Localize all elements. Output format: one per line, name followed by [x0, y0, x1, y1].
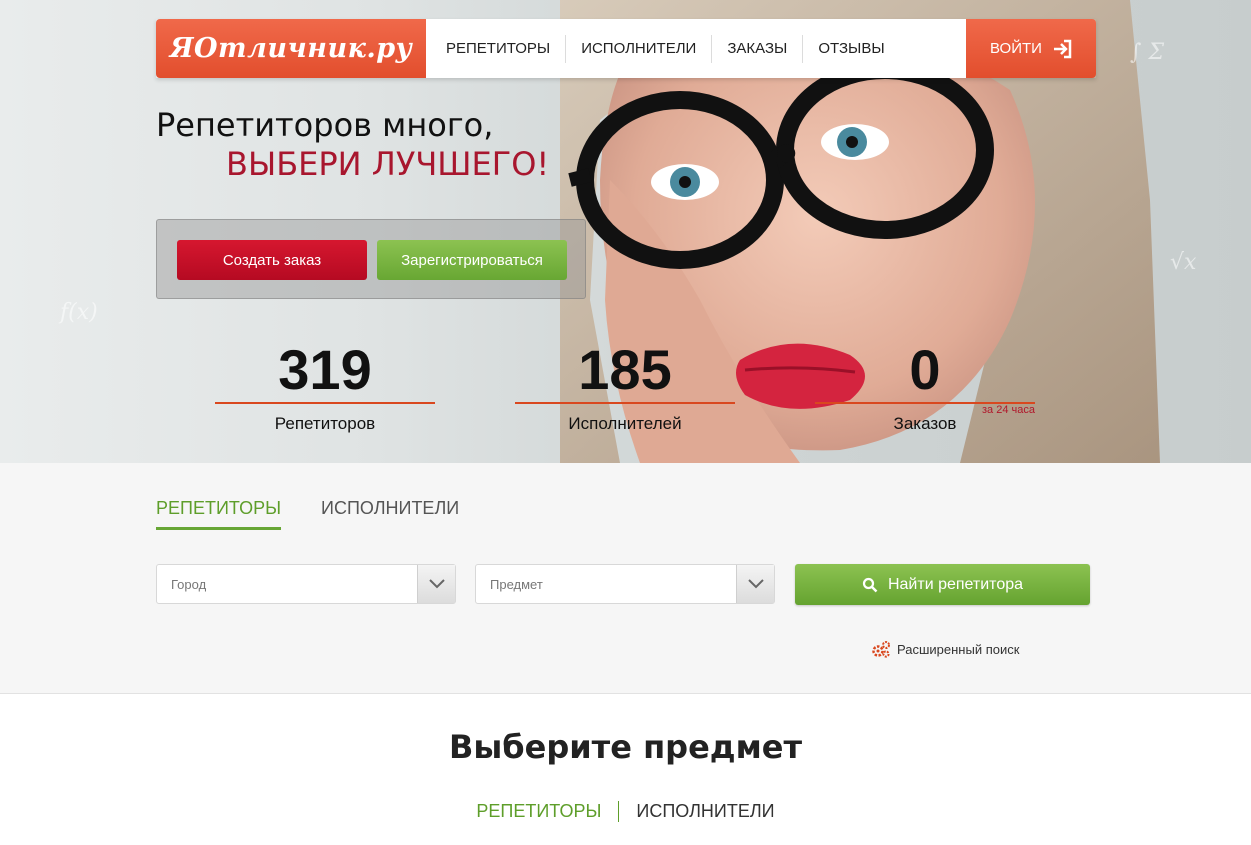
nav-reviews[interactable]: ОТЗЫВЫ	[803, 35, 899, 63]
stat-note: за 24 часа	[982, 404, 1035, 416]
stat-underline	[215, 402, 435, 404]
chevron-down-icon	[736, 565, 774, 603]
header-bar: ЯОтличник.ру РЕПЕТИТОРЫ ИСПОЛНИТЕЛИ ЗАКА…	[156, 19, 1096, 78]
stat-value: 185	[578, 338, 672, 401]
subject-select[interactable]: Предмет	[475, 564, 775, 604]
stat-label: Заказов	[893, 414, 957, 433]
chevron-down-icon	[417, 565, 455, 603]
stat-performers: 185 Исполнителей	[515, 338, 735, 434]
cta-panel: Создать заказ Зарегистрироваться	[156, 219, 586, 299]
stat-underline	[515, 402, 735, 404]
stat-label: Репетиторов	[274, 414, 376, 433]
hero-subheadline: ВЫБЕРИ ЛУЧШЕГО!	[226, 145, 550, 183]
subject-tab-tutors[interactable]: РЕПЕТИТОРЫ	[459, 801, 620, 822]
city-placeholder: Город	[171, 577, 207, 592]
advanced-search-label: Расширенный поиск	[897, 641, 1020, 657]
search-section: РЕПЕТИТОРЫ ИСПОЛНИТЕЛИ Город Предмет Най…	[0, 463, 1251, 694]
main-nav: РЕПЕТИТОРЫ ИСПОЛНИТЕЛИ ЗАКАЗЫ ОТЗЫВЫ	[426, 19, 966, 78]
stat-orders: 0 Заказов за 24 часа	[815, 338, 1035, 434]
subject-placeholder: Предмет	[490, 577, 543, 592]
login-button[interactable]: ВОЙТИ	[966, 19, 1096, 78]
find-label: Найти репетитора	[887, 575, 1024, 593]
chalk-formula: f(x)	[60, 300, 98, 325]
stat-label: Исполнителей	[568, 414, 682, 433]
hero-headline: Репетиторов много,	[156, 106, 494, 144]
find-tutor-button[interactable]: Найти репетитора	[795, 564, 1090, 605]
tab-performers[interactable]: ИСПОЛНИТЕЛИ	[321, 498, 459, 530]
logo-text: ЯОтличник.ру	[169, 33, 413, 64]
sign-in-icon	[1053, 39, 1072, 58]
site-logo[interactable]: ЯОтличник.ру	[156, 19, 426, 78]
nav-tutors[interactable]: РЕПЕТИТОРЫ	[431, 34, 567, 63]
chalk-formula: √x	[1170, 250, 1197, 275]
advanced-search-link[interactable]: Расширенный поиск	[871, 640, 1019, 658]
create-order-button[interactable]: Создать заказ	[177, 240, 367, 280]
search-tabs: РЕПЕТИТОРЫ ИСПОЛНИТЕЛИ	[156, 498, 459, 530]
tab-tutors[interactable]: РЕПЕТИТОРЫ	[156, 498, 282, 530]
stat-tutors: 319 Репетиторов	[215, 338, 435, 434]
city-select[interactable]: Город	[156, 564, 456, 604]
subject-tabs: РЕПЕТИТОРЫ ИСПОЛНИТЕЛИ	[0, 801, 1251, 822]
register-button[interactable]: Зарегистрироваться	[377, 240, 567, 280]
search-icon	[862, 577, 878, 592]
subject-tab-performers[interactable]: ИСПОЛНИТЕЛИ	[619, 801, 791, 822]
stat-value: 319	[278, 338, 372, 401]
chalk-formula: ∫ Σ	[1130, 40, 1165, 65]
nav-performers[interactable]: ИСПОЛНИТЕЛИ	[566, 34, 713, 63]
hero-banner: ∫ Σ √x f(x) ЯОтличник.ру РЕПЕТИТОРЫ ИСПО…	[0, 0, 1251, 463]
login-label: ВОЙТИ	[990, 40, 1042, 57]
nav-orders[interactable]: ЗАКАЗЫ	[712, 34, 804, 63]
gears-icon	[872, 641, 890, 658]
stat-value: 0	[909, 338, 941, 401]
subjects-title: Выберите предмет	[448, 728, 803, 766]
